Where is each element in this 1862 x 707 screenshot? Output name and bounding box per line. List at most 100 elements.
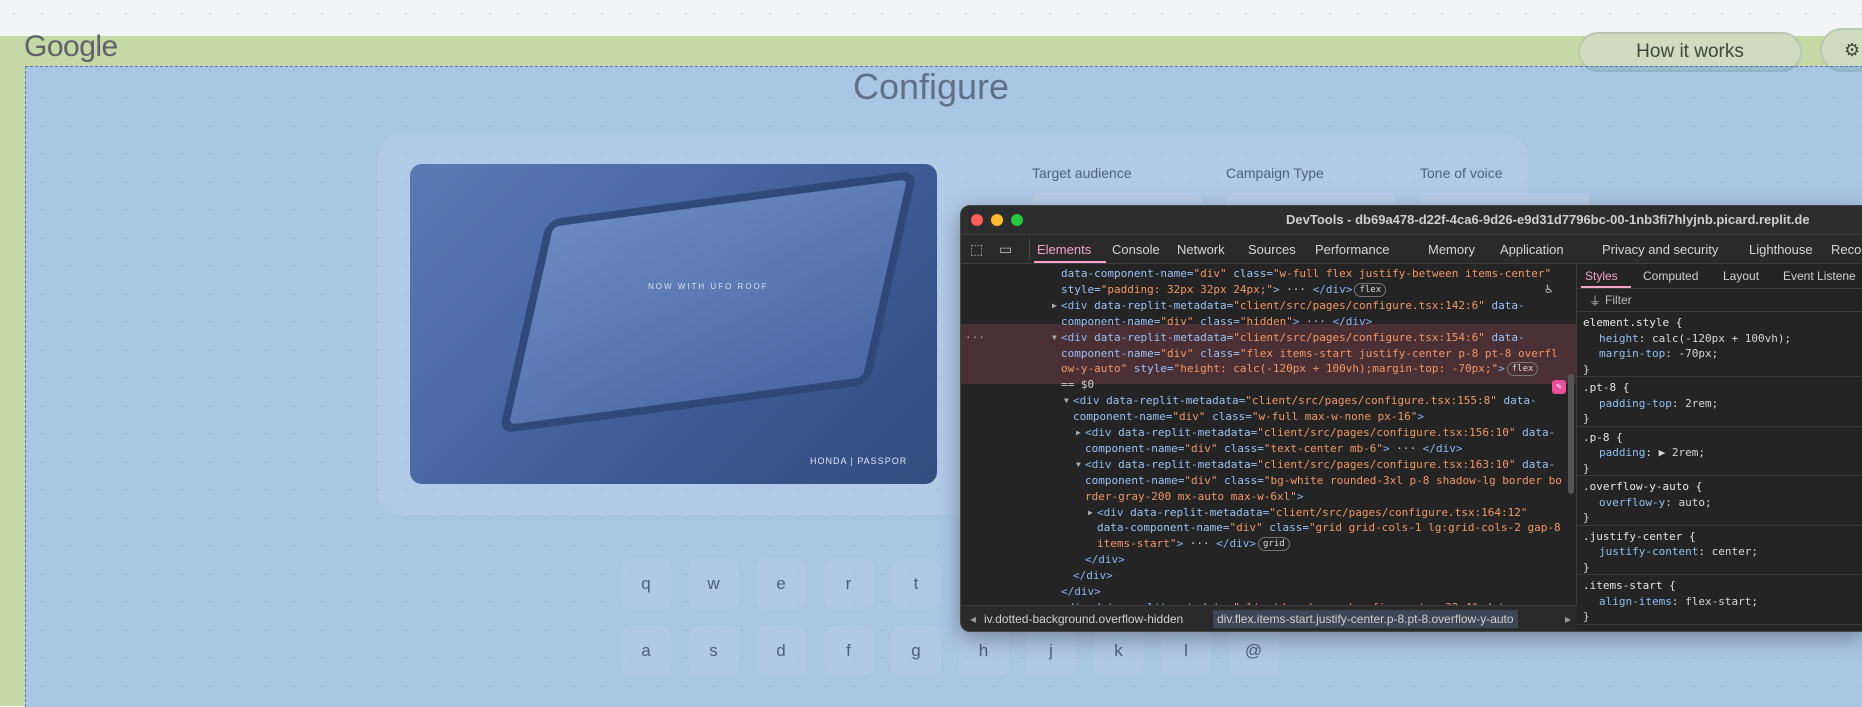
expand-toggle-icon[interactable]: ▶ bbox=[1088, 505, 1093, 521]
css-property[interactable]: align-items: flex-start; bbox=[1599, 595, 1758, 608]
dom-node-line[interactable]: ow-y-auto" style="height: calc(-120px + … bbox=[1061, 361, 1539, 377]
key-at[interactable]: @ bbox=[1228, 626, 1279, 676]
layout-badge[interactable]: grid bbox=[1257, 537, 1290, 552]
expand-toggle-icon[interactable]: ▶ bbox=[1052, 298, 1057, 314]
rule-separator bbox=[1577, 574, 1862, 575]
styles-filter-input[interactable]: Filter bbox=[1605, 293, 1632, 307]
expand-toggle-icon[interactable]: ▼ bbox=[1064, 393, 1069, 409]
dom-node-line[interactable]: component-name="div" class="bg-white rou… bbox=[1085, 473, 1562, 489]
css-selector[interactable]: .p-8 { bbox=[1583, 431, 1623, 444]
dom-node-line[interactable]: component-name="div" class="hidden"> ···… bbox=[1061, 314, 1372, 330]
css-property[interactable]: padding: ▶ 2rem; bbox=[1599, 446, 1705, 459]
tab-application[interactable]: Application bbox=[1500, 242, 1564, 257]
dom-node-line[interactable]: data-component-name="div" class="grid gr… bbox=[1097, 520, 1561, 536]
tab-performance[interactable]: Performance bbox=[1315, 242, 1389, 257]
key-t[interactable]: t bbox=[891, 559, 941, 609]
google-logo[interactable]: Google bbox=[24, 30, 118, 64]
elements-panel[interactable]: data-component-name="div" class="w-full … bbox=[961, 264, 1577, 605]
tone-of-voice-label: Tone of voice bbox=[1420, 165, 1503, 181]
styles-panel: Styles Computed Layout Event Listene ⏚ F… bbox=[1577, 264, 1862, 631]
dom-node-line[interactable]: style="padding: 32px 32px 24px;"> ··· </… bbox=[1061, 282, 1387, 298]
tab-privacy-security[interactable]: Privacy and security bbox=[1602, 242, 1718, 257]
dom-node-line[interactable]: <div data-replit-metadata="client/src/pa… bbox=[1085, 425, 1555, 441]
breadcrumb-next-icon[interactable]: ▸ bbox=[1565, 612, 1571, 626]
tab-styles[interactable]: Styles bbox=[1585, 269, 1618, 283]
dom-node-line[interactable]: <div data-replit-metadata="client/src/pa… bbox=[1085, 457, 1555, 473]
key-q[interactable]: q bbox=[621, 559, 671, 609]
css-rule-close: } bbox=[1583, 610, 1590, 623]
dom-node-line[interactable]: == $0 bbox=[1061, 377, 1094, 393]
rule-separator bbox=[1577, 475, 1862, 476]
dom-node-line[interactable]: <div data-replit-metadata="client/src/pa… bbox=[1061, 298, 1525, 314]
key-s[interactable]: s bbox=[688, 626, 739, 676]
breadcrumb-item[interactable]: iv.dotted-background.overflow-hidden bbox=[984, 612, 1183, 626]
accessibility-icon[interactable]: ♿ bbox=[1545, 282, 1553, 298]
dom-node-line[interactable]: component-name="div" class="w-full max-w… bbox=[1073, 409, 1424, 425]
dom-node-line[interactable]: </div> bbox=[1073, 568, 1113, 584]
layout-badge[interactable]: flex bbox=[1354, 282, 1387, 297]
key-w[interactable]: w bbox=[688, 559, 739, 609]
maximize-window-button[interactable] bbox=[1011, 214, 1023, 226]
margin-highlight-left bbox=[0, 36, 25, 706]
device-toolbar-icon[interactable]: ▭ bbox=[999, 241, 1012, 258]
dom-node-line[interactable]: component-name="div" class="text-center … bbox=[1085, 441, 1463, 457]
tab-computed[interactable]: Computed bbox=[1643, 269, 1698, 283]
tab-elements[interactable]: Elements bbox=[1037, 242, 1091, 257]
minimize-window-button[interactable] bbox=[991, 214, 1003, 226]
expand-toggle-icon[interactable]: ▶ bbox=[1076, 425, 1081, 441]
css-selector[interactable]: .pt-8 { bbox=[1583, 381, 1629, 394]
css-selector[interactable]: element.style { bbox=[1583, 316, 1682, 329]
hero-image: NOW WITH UFO ROOF HONDA | PASSPOR bbox=[410, 164, 937, 484]
css-property[interactable]: height: calc(-120px + 100vh); bbox=[1599, 332, 1791, 345]
key-f[interactable]: f bbox=[823, 626, 874, 676]
key-e[interactable]: e bbox=[756, 559, 806, 609]
ai-assist-icon[interactable]: ✎ bbox=[1552, 380, 1566, 394]
css-property[interactable]: padding-top: 2rem; bbox=[1599, 397, 1718, 410]
css-selector[interactable]: .items-start { bbox=[1583, 579, 1676, 592]
key-j[interactable]: j bbox=[1026, 626, 1076, 676]
dom-node-line[interactable]: data-component-name="div" class="w-full … bbox=[1061, 266, 1551, 282]
rule-separator bbox=[1577, 524, 1862, 526]
key-d[interactable]: d bbox=[756, 626, 806, 676]
key-g[interactable]: g bbox=[891, 626, 941, 676]
css-property[interactable]: margin-top: -70px; bbox=[1599, 347, 1718, 360]
layout-badge[interactable]: flex bbox=[1506, 362, 1539, 377]
tab-recorder[interactable]: Recorder bbox=[1831, 242, 1862, 257]
tab-console[interactable]: Console bbox=[1112, 242, 1160, 257]
css-property[interactable]: justify-content: center; bbox=[1599, 545, 1758, 558]
css-property[interactable]: overflow-y: auto; bbox=[1599, 496, 1712, 509]
expand-toggle-icon[interactable]: ▼ bbox=[1052, 330, 1057, 346]
breadcrumb-prev-icon[interactable]: ◂ bbox=[970, 612, 976, 626]
css-selector[interactable]: .overflow-y-auto { bbox=[1583, 480, 1702, 493]
css-selector[interactable]: .justify-center { bbox=[1583, 530, 1696, 543]
tab-event-listeners[interactable]: Event Listene bbox=[1783, 269, 1856, 283]
inspect-element-icon[interactable]: ⬚ bbox=[970, 241, 983, 258]
tab-memory[interactable]: Memory bbox=[1428, 242, 1475, 257]
breadcrumb-item-active[interactable]: div.flex.items-start.justify-center.p-8.… bbox=[1213, 610, 1518, 628]
dom-node-line[interactable]: </div> bbox=[1061, 584, 1101, 600]
dom-node-line[interactable]: rder-gray-200 mx-auto max-w-6xl"> bbox=[1085, 489, 1304, 505]
sunroof-graphic bbox=[498, 170, 918, 434]
tab-lighthouse[interactable]: Lighthouse bbox=[1749, 242, 1813, 257]
dom-node-line[interactable]: component-name="div" class="flex items-s… bbox=[1061, 346, 1558, 362]
key-a[interactable]: a bbox=[621, 626, 671, 676]
close-window-button[interactable] bbox=[971, 214, 983, 226]
key-k[interactable]: k bbox=[1093, 626, 1144, 676]
dom-node-line[interactable]: items-start"> ··· </div> grid bbox=[1097, 536, 1290, 552]
key-r[interactable]: r bbox=[823, 559, 874, 609]
key-l[interactable]: l bbox=[1161, 626, 1211, 676]
expand-toggle-icon[interactable]: ▼ bbox=[1076, 457, 1081, 473]
hero-tagline: NOW WITH UFO ROOF bbox=[648, 282, 769, 291]
tab-sources[interactable]: Sources bbox=[1248, 242, 1296, 257]
dom-node-line[interactable]: </div> bbox=[1085, 552, 1125, 568]
dom-node-line[interactable]: <div data-replit-metadata="client/src/pa… bbox=[1073, 393, 1537, 409]
key-h[interactable]: h bbox=[958, 626, 1009, 676]
tab-network[interactable]: Network bbox=[1177, 242, 1225, 257]
dom-node-line[interactable]: <div data-replit-metadata="client/src/pa… bbox=[1097, 505, 1527, 521]
target-audience-label: Target audience bbox=[1032, 165, 1132, 181]
tab-layout[interactable]: Layout bbox=[1723, 269, 1759, 283]
elements-scrollbar[interactable] bbox=[1568, 374, 1574, 494]
dom-node-line[interactable]: <div data-replit-metadata="client/src/pa… bbox=[1061, 330, 1525, 346]
styles-filter-bar[interactable]: ⏚ Filter bbox=[1577, 289, 1862, 312]
node-menu-icon[interactable]: ··· bbox=[965, 330, 985, 346]
